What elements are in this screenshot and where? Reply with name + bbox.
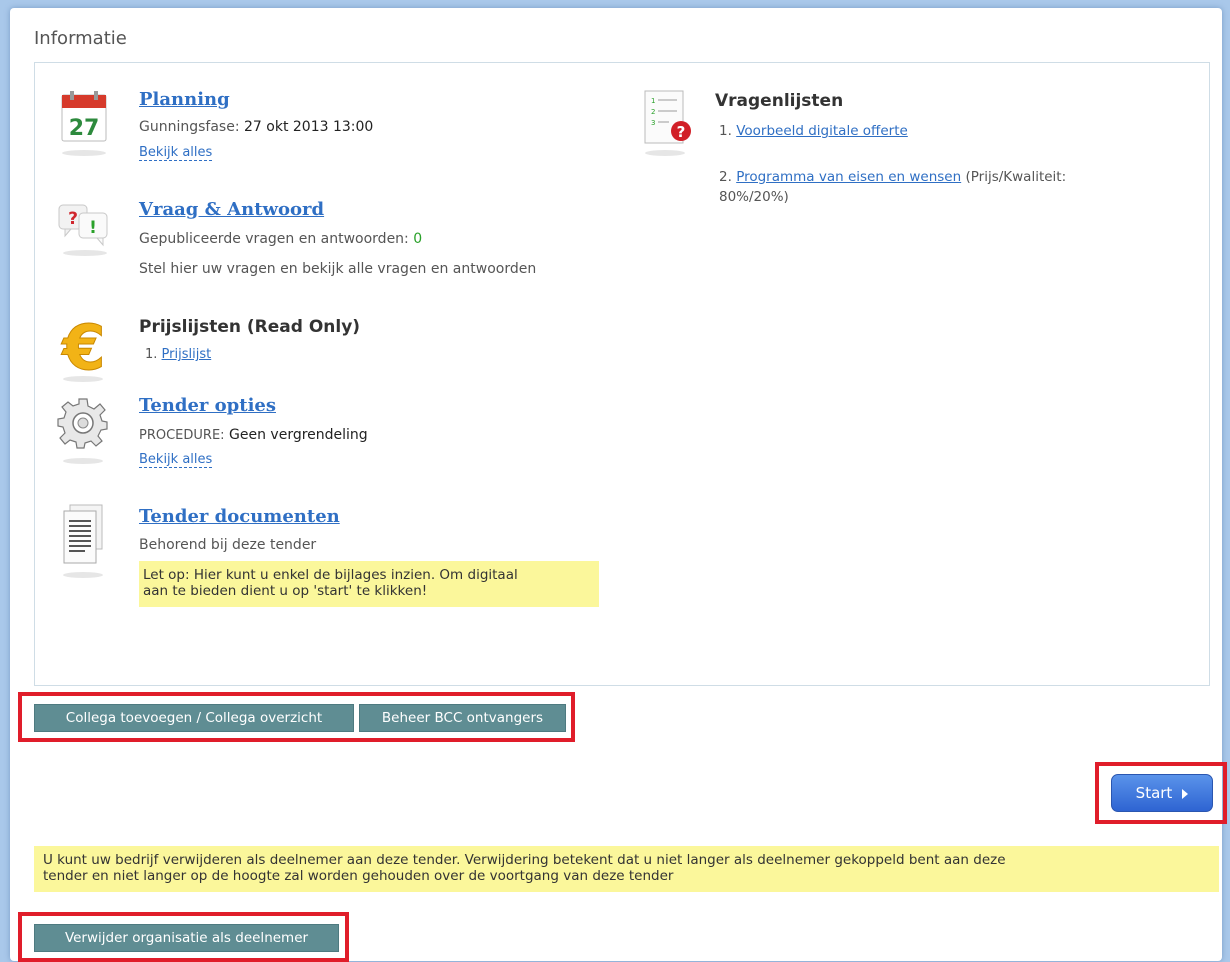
tender-procedure: PROCEDURE: Geen vergrendeling xyxy=(139,427,368,443)
tender-docs-subtitle: Behorend bij deze tender xyxy=(139,537,317,553)
planning-title-link[interactable]: Planning xyxy=(139,89,230,110)
questionnaire-item-2: 2. Programma van eisen en wensen (Prijs/… xyxy=(719,169,1066,185)
calendar-day: 27 xyxy=(69,116,100,141)
info-box: 27 Planning Gunningsfase: 27 okt 2013 13… xyxy=(34,62,1210,686)
calendar-icon: 27 xyxy=(59,89,109,159)
pricelists-title: Prijslijsten (Read Only) xyxy=(139,317,361,337)
section-title: Informatie xyxy=(34,28,127,49)
svg-text:€: € xyxy=(60,313,105,383)
euro-icon: € xyxy=(57,311,111,385)
remove-participant-note: U kunt uw bedrijf verwijderen als deelne… xyxy=(34,846,1219,892)
bcc-button[interactable]: Beheer BCC ontvangers xyxy=(359,704,566,732)
tender-docs-note-line2: aan te bieden dient u op 'start' te klik… xyxy=(143,583,428,599)
questionnaire-link-2[interactable]: Programma van eisen en wensen xyxy=(736,169,961,185)
qa-published: Gepubliceerde vragen en antwoorden: 0 xyxy=(139,231,422,247)
planning-phase: Gunningsfase: 27 okt 2013 13:00 xyxy=(139,119,373,135)
qa-published-count: 0 xyxy=(413,231,423,247)
svg-text:!: ! xyxy=(89,218,97,238)
questionnaire-link-1[interactable]: Voorbeeld digitale offerte xyxy=(736,123,908,139)
questionnaire-item-1-num: 1. xyxy=(719,123,732,139)
planning-view-all-link[interactable]: Bekijk alles xyxy=(139,145,213,161)
start-button[interactable]: Start xyxy=(1111,774,1213,812)
tender-docs-note: Let op: Hier kunt u enkel de bijlages in… xyxy=(139,561,599,607)
qa-title-link[interactable]: Vraag & Antwoord xyxy=(139,199,324,220)
questionnaire-item-2-suffix: (Prijs/Kwaliteit: xyxy=(965,169,1067,185)
pricelist-item-num: 1. xyxy=(145,347,158,362)
svg-text:?: ? xyxy=(677,123,686,141)
phase-value: 27 okt 2013 13:00 xyxy=(244,119,374,135)
tender-info-page: Informatie 27 Planning Gunningsfase: 27 … xyxy=(10,8,1227,962)
play-arrow-icon xyxy=(1182,788,1189,799)
gear-icon xyxy=(55,393,111,465)
tender-options-title-link[interactable]: Tender opties xyxy=(139,395,276,416)
tender-docs-note-line1: Let op: Hier kunt u enkel de bijlages in… xyxy=(143,567,518,583)
colleague-button[interactable]: Collega toevoegen / Collega overzicht xyxy=(34,704,354,732)
pricelist-link[interactable]: Prijslijst xyxy=(162,347,212,362)
pricelist-item: 1. Prijslijst xyxy=(145,347,211,362)
questionnaire-item-1: 1. Voorbeeld digitale offerte xyxy=(719,123,908,139)
questionnaire-icon: 1 2 3 ? xyxy=(639,87,695,157)
phase-label: Gunningsfase: xyxy=(139,119,240,135)
document-stack-icon xyxy=(59,503,107,579)
svg-text:1: 1 xyxy=(651,97,655,105)
svg-text:?: ? xyxy=(68,209,78,229)
qa-description: Stel hier uw vragen en bekijk alle vrage… xyxy=(139,261,537,277)
svg-text:2: 2 xyxy=(651,108,655,116)
svg-text:3: 3 xyxy=(651,119,655,127)
tender-options-view-all-link[interactable]: Bekijk alles xyxy=(139,452,213,468)
start-button-label: Start xyxy=(1135,784,1173,802)
remove-organisation-button[interactable]: Verwijder organisatie als deelnemer xyxy=(34,924,339,952)
tender-docs-title-link[interactable]: Tender documenten xyxy=(139,506,340,527)
questionnaires-title: Vragenlijsten xyxy=(715,91,844,111)
chat-bubbles-icon: ? ! xyxy=(57,201,113,257)
procedure-label: PROCEDURE: xyxy=(139,428,225,443)
remove-note-line1: U kunt uw bedrijf verwijderen als deelne… xyxy=(43,852,1006,868)
qa-published-label: Gepubliceerde vragen en antwoorden: xyxy=(139,231,409,247)
remove-note-line2: tender en niet langer op de hoogte zal w… xyxy=(43,868,674,884)
questionnaire-item-2-suffix2: 80%/20%) xyxy=(719,189,789,205)
procedure-value: Geen vergrendeling xyxy=(229,427,368,443)
questionnaire-item-2-num: 2. xyxy=(719,169,732,185)
